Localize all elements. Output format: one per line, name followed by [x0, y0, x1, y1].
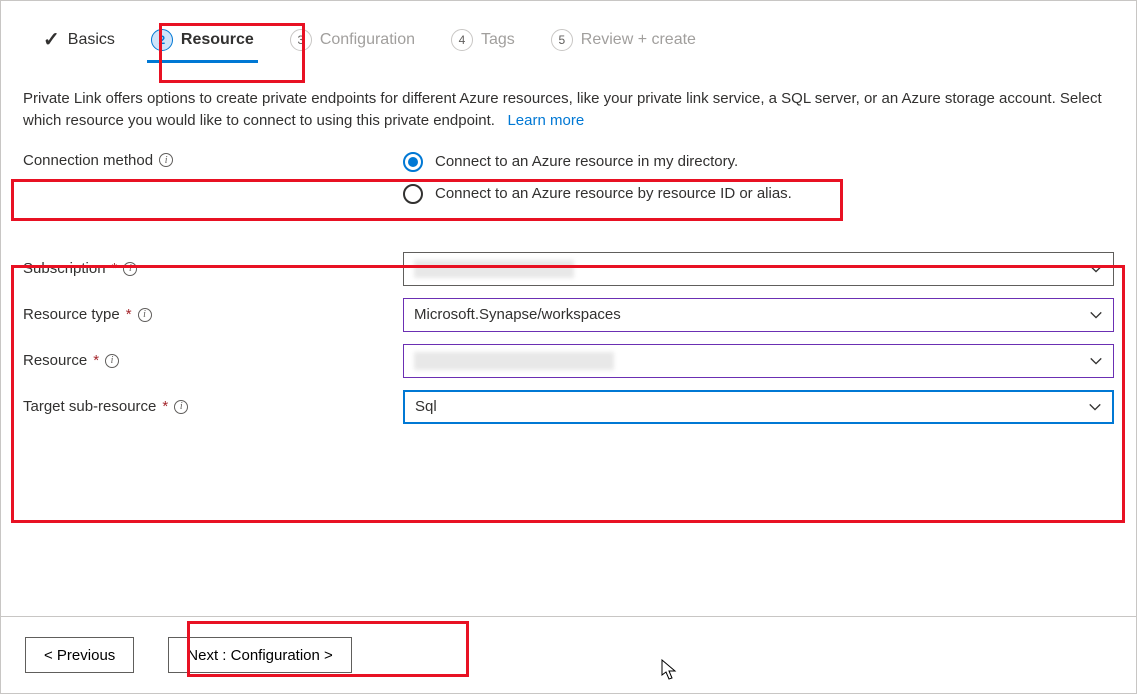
wizard-tabs: ✓ Basics 2 Resource 3 Configuration 4 Ta…	[23, 19, 1114, 64]
tab-label: Basics	[68, 31, 115, 49]
tab-label: Configuration	[320, 31, 415, 49]
wizard-footer: < Previous Next : Configuration >	[1, 616, 1136, 693]
step-number: 4	[451, 29, 473, 51]
resource-select[interactable]	[403, 344, 1114, 378]
target-sub-resource-value: Sql	[415, 398, 437, 415]
resource-row: Resource * i	[23, 344, 1114, 378]
resource-type-select[interactable]: Microsoft.Synapse/workspaces	[403, 298, 1114, 332]
step-number: 3	[290, 29, 312, 51]
tab-resource[interactable]: 2 Resource	[147, 21, 258, 63]
tab-label: Resource	[181, 31, 254, 49]
subscription-select[interactable]	[403, 252, 1114, 286]
learn-more-link[interactable]: Learn more	[507, 112, 584, 129]
tab-configuration[interactable]: 3 Configuration	[286, 21, 419, 63]
check-icon: ✓	[43, 27, 60, 52]
chevron-down-icon	[1089, 308, 1103, 322]
next-button[interactable]: Next : Configuration >	[168, 637, 352, 673]
step-number: 5	[551, 29, 573, 51]
chevron-down-icon	[1089, 262, 1103, 276]
target-sub-resource-label: Target sub-resource * i	[23, 398, 403, 415]
required-asterisk: *	[112, 260, 118, 277]
tab-review-create[interactable]: 5 Review + create	[547, 21, 700, 63]
tab-label: Tags	[481, 31, 515, 49]
radio-connect-by-id[interactable]: Connect to an Azure resource by resource…	[403, 184, 1114, 204]
required-asterisk: *	[162, 398, 168, 415]
resource-type-value: Microsoft.Synapse/workspaces	[414, 306, 621, 323]
chevron-down-icon	[1089, 354, 1103, 368]
tab-tags[interactable]: 4 Tags	[447, 21, 519, 63]
info-icon[interactable]: i	[123, 262, 137, 276]
tab-basics[interactable]: ✓ Basics	[39, 19, 119, 64]
radio-connect-my-directory[interactable]: Connect to an Azure resource in my direc…	[403, 152, 1114, 172]
info-icon[interactable]: i	[105, 354, 119, 368]
required-asterisk: *	[93, 352, 99, 369]
description-text: Private Link offers options to create pr…	[23, 88, 1114, 132]
tab-label: Review + create	[581, 31, 696, 49]
radio-icon	[403, 152, 423, 172]
previous-button[interactable]: < Previous	[25, 637, 134, 673]
create-private-endpoint-panel: ✓ Basics 2 Resource 3 Configuration 4 Ta…	[0, 0, 1137, 694]
subscription-row: Subscription * i	[23, 252, 1114, 286]
resource-value-redacted	[414, 352, 614, 370]
target-sub-resource-row: Target sub-resource * i Sql	[23, 390, 1114, 424]
info-icon[interactable]: i	[174, 400, 188, 414]
subscription-value-redacted	[414, 260, 574, 278]
connection-method-radio-group: Connect to an Azure resource in my direc…	[403, 152, 1114, 204]
chevron-down-icon	[1088, 400, 1102, 414]
resource-label: Resource * i	[23, 352, 403, 369]
required-asterisk: *	[126, 306, 132, 323]
info-icon[interactable]: i	[159, 153, 173, 167]
resource-type-label: Resource type * i	[23, 306, 403, 323]
connection-method-row: Connection method i Connect to an Azure …	[23, 152, 1114, 204]
resource-type-row: Resource type * i Microsoft.Synapse/work…	[23, 298, 1114, 332]
radio-icon	[403, 184, 423, 204]
info-icon[interactable]: i	[138, 308, 152, 322]
connection-method-label: Connection method i	[23, 152, 403, 169]
target-sub-resource-select[interactable]: Sql	[403, 390, 1114, 424]
step-number: 2	[151, 29, 173, 51]
subscription-label: Subscription * i	[23, 260, 403, 277]
